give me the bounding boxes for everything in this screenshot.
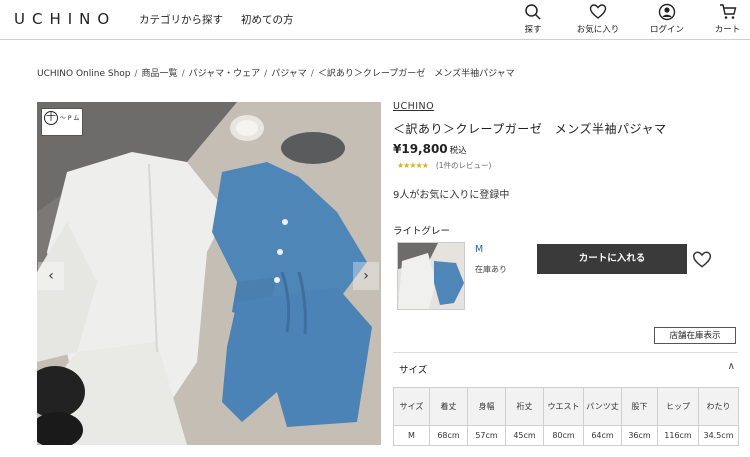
color-swatch-thumbnail[interactable] bbox=[397, 242, 465, 310]
breadcrumb-item-shop[interactable]: UCHINO Online Shop bbox=[37, 69, 131, 79]
price-tax-label: 税込 bbox=[449, 146, 467, 156]
color-name: ライトグレー bbox=[393, 226, 451, 237]
table-cell: 57cm bbox=[467, 425, 506, 446]
table-cell: 116cm bbox=[657, 425, 699, 446]
product-main-image[interactable]: 十 〜 P ム bbox=[37, 102, 381, 445]
cart-label: カート bbox=[714, 25, 741, 35]
nav-category-link[interactable]: カテゴリから探す bbox=[139, 12, 223, 27]
image-prev-arrow[interactable]: ‹ bbox=[38, 262, 64, 290]
size-table-header-row: サイズ 着丈 身幅 裄丈 ウエスト パンツ丈 股下 ヒップ わたり bbox=[393, 387, 739, 426]
size-table-header: 裄丈 bbox=[505, 387, 544, 426]
size-table: サイズ 着丈 身幅 裄丈 ウエスト パンツ丈 股下 ヒップ わたり M 68cm… bbox=[393, 387, 739, 446]
nav-first-time-link[interactable]: 初めての方 bbox=[241, 12, 294, 27]
header-search-button[interactable]: 探す bbox=[508, 3, 558, 35]
size-option-link[interactable]: M bbox=[475, 244, 483, 255]
heart-icon bbox=[589, 4, 607, 19]
size-table-header: ウエスト bbox=[543, 387, 584, 426]
add-to-cart-button[interactable]: カートに入れる bbox=[537, 244, 687, 274]
size-table-header: サイズ bbox=[393, 387, 430, 426]
search-icon bbox=[525, 4, 541, 20]
product-brand-link[interactable]: UCHINO bbox=[393, 101, 434, 112]
size-table-header: パンツ丈 bbox=[583, 387, 622, 426]
store-stock-button[interactable]: 店舗在庫表示 bbox=[654, 327, 736, 344]
breadcrumb-item-products[interactable]: 商品一覧 bbox=[142, 69, 178, 79]
table-row: M 68cm 57cm 45cm 80cm 64cm 36cm 116cm 34… bbox=[393, 425, 739, 446]
breadcrumb-item-wear[interactable]: パジャマ・ウェア bbox=[189, 69, 261, 79]
table-cell: M bbox=[393, 425, 430, 446]
product-rating[interactable]: ★★★★★ (1件のレビュー) bbox=[397, 160, 491, 171]
stock-status: 在庫あり bbox=[475, 265, 507, 274]
size-table-header: 身幅 bbox=[467, 387, 506, 426]
price-value: ¥19,800 bbox=[393, 142, 448, 156]
cart-icon bbox=[719, 4, 736, 19]
site-logo[interactable]: UCHINO bbox=[14, 10, 116, 28]
size-table-header: ヒップ bbox=[657, 387, 699, 426]
favorite-count: 9人がお気に入りに登録中 bbox=[393, 190, 510, 201]
badge-number: 十 bbox=[44, 111, 58, 125]
review-count[interactable]: (1件のレビュー) bbox=[436, 161, 492, 170]
image-next-arrow[interactable]: › bbox=[353, 262, 379, 290]
table-cell: 45cm bbox=[505, 425, 544, 446]
breadcrumb-item-pajama[interactable]: パジャマ bbox=[271, 69, 307, 79]
table-cell: 64cm bbox=[583, 425, 622, 446]
search-label: 探す bbox=[524, 25, 542, 35]
size-accordion-header[interactable]: サイズ ∧ bbox=[393, 352, 738, 382]
size-table-header: 股下 bbox=[621, 387, 658, 426]
heart-icon bbox=[692, 251, 712, 268]
star-rating-icon: ★★★★★ bbox=[397, 161, 429, 170]
login-label: ログイン bbox=[649, 25, 684, 35]
favorites-label: お気に入り bbox=[576, 25, 620, 35]
product-badge: 十 〜 P ム bbox=[41, 108, 83, 136]
table-cell: 68cm bbox=[429, 425, 468, 446]
site-header: UCHINO カテゴリから探す 初めての方 探す お気に入り ログイン カート bbox=[0, 0, 750, 40]
table-cell: 34.5cm bbox=[698, 425, 739, 446]
product-price: ¥19,800 税込 bbox=[393, 142, 467, 156]
add-favorite-button[interactable] bbox=[692, 250, 712, 270]
header-cart-button[interactable]: カート bbox=[705, 3, 750, 35]
header-login-button[interactable]: ログイン bbox=[642, 3, 692, 35]
size-table-header: わたり bbox=[698, 387, 739, 426]
breadcrumb-item-current: ＜訳あり＞クレープガーゼ メンズ半袖パジャマ bbox=[317, 69, 515, 79]
table-cell: 80cm bbox=[543, 425, 584, 446]
chevron-up-icon: ∧ bbox=[727, 361, 735, 372]
header-favorites-button[interactable]: お気に入り bbox=[573, 3, 623, 35]
user-icon bbox=[658, 3, 676, 21]
size-section-title: サイズ bbox=[399, 365, 428, 376]
breadcrumb: UCHINO Online Shop / 商品一覧 / パジャマ・ウェア / パジャマ / ＜訳… bbox=[37, 69, 515, 79]
product-title: ＜訳あり＞クレープガーゼ メンズ半袖パジャマ bbox=[393, 122, 667, 136]
table-cell: 36cm bbox=[621, 425, 658, 446]
size-table-header: 着丈 bbox=[429, 387, 468, 426]
badge-text: 〜 P ム bbox=[59, 115, 80, 122]
